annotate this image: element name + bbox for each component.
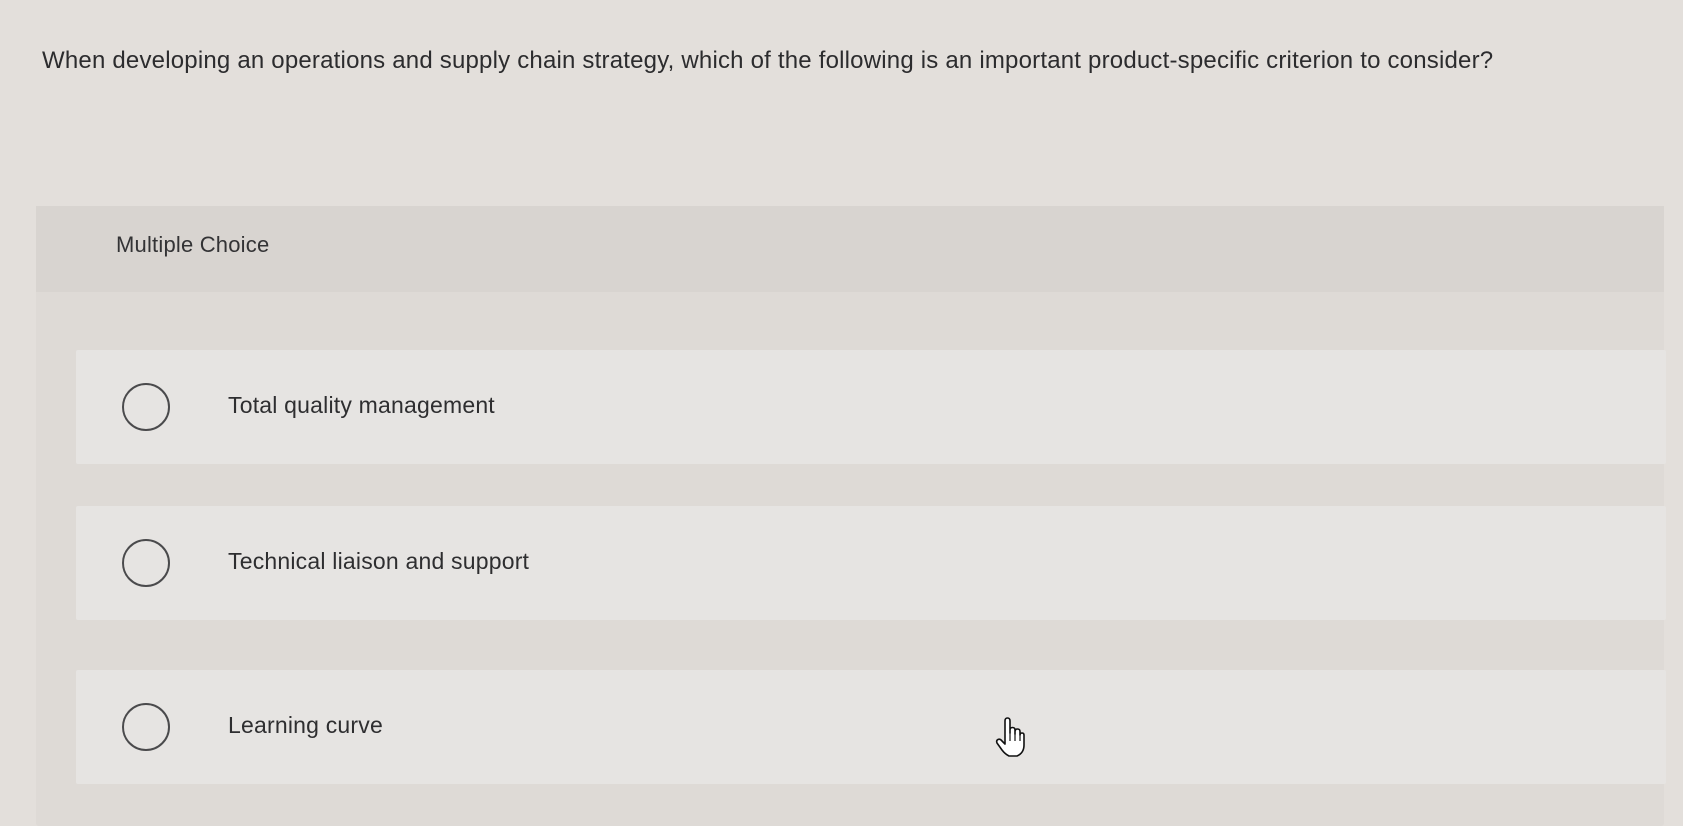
multiple-choice-panel: Multiple Choice Total quality management… [36,206,1666,826]
options-list: Total quality management Technical liais… [36,206,1666,826]
radio-unselected-icon[interactable] [122,703,170,751]
option-technical-liaison-and-support[interactable]: Technical liaison and support [76,506,1666,620]
option-label[interactable]: Technical liaison and support [228,548,529,575]
question-text: When developing an operations and supply… [42,47,1494,74]
option-label[interactable]: Total quality management [228,392,495,419]
option-label[interactable]: Learning curve [228,712,383,739]
option-learning-curve[interactable]: Learning curve [76,670,1666,784]
option-total-quality-management[interactable]: Total quality management [76,350,1666,464]
hand-pointer-icon [994,716,1028,758]
radio-unselected-icon[interactable] [122,539,170,587]
radio-unselected-icon[interactable] [122,383,170,431]
